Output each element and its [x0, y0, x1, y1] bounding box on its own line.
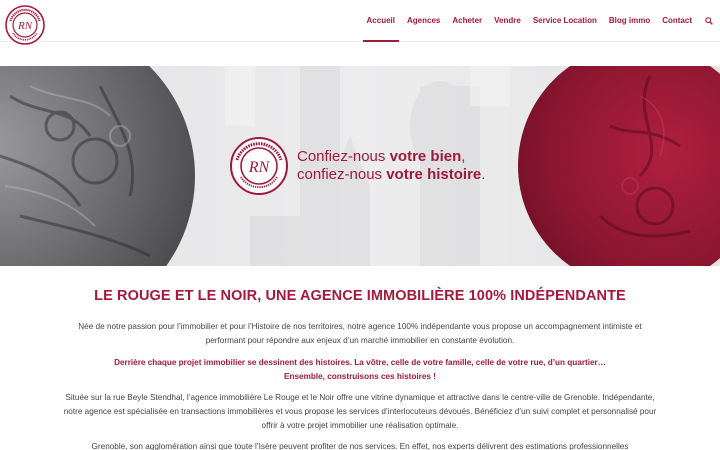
nav-accueil[interactable]: Accueil	[361, 0, 401, 42]
hero-tagline: Confiez-nous votre bien, confiez-nous vo…	[297, 148, 485, 184]
services-paragraph: Grenoble, son agglomération ainsi que to…	[91, 442, 629, 450]
highlight-line-2: Ensemble, construisons ces histoires !	[284, 372, 436, 381]
tagline-line-2: confiez-nous votre histoire.	[297, 166, 486, 183]
svg-text:RN: RN	[17, 20, 33, 32]
page-title: LE ROUGE ET LE NOIR, UNE AGENCE IMMOBILI…	[94, 288, 626, 304]
nav-service-location[interactable]: Service Location	[527, 0, 603, 42]
site-header: RN Accueil Agences Acheter Vendre Servic…	[0, 0, 720, 45]
brand-emblem: RN	[230, 137, 288, 195]
main-nav: Accueil Agences Acheter Vendre Service L…	[361, 0, 720, 42]
agency-paragraph: Située sur la rue Beyle Stendhal, l’agen…	[63, 393, 657, 430]
intro-paragraph: Née de notre passion pour l’immobilier e…	[78, 322, 642, 345]
nav-agences[interactable]: Agences	[401, 0, 446, 42]
hero-banner: RN Confiez-nous votre bien, confiez-nous…	[0, 66, 720, 266]
highlight-paragraph: Derrière chaque projet immobilier se des…	[60, 356, 660, 384]
logo[interactable]: RN	[5, 5, 45, 45]
nav-acheter[interactable]: Acheter	[446, 0, 488, 42]
search-icon[interactable]	[698, 0, 720, 42]
nav-vendre[interactable]: Vendre	[488, 0, 527, 42]
tagline-line-1: Confiez-nous votre bien,	[297, 148, 466, 165]
svg-text:RN: RN	[248, 159, 271, 176]
nav-contact[interactable]: Contact	[656, 0, 698, 42]
nav-blog-immo[interactable]: Blog immo	[603, 0, 656, 42]
highlight-line-1: Derrière chaque projet immobilier se des…	[114, 358, 606, 367]
